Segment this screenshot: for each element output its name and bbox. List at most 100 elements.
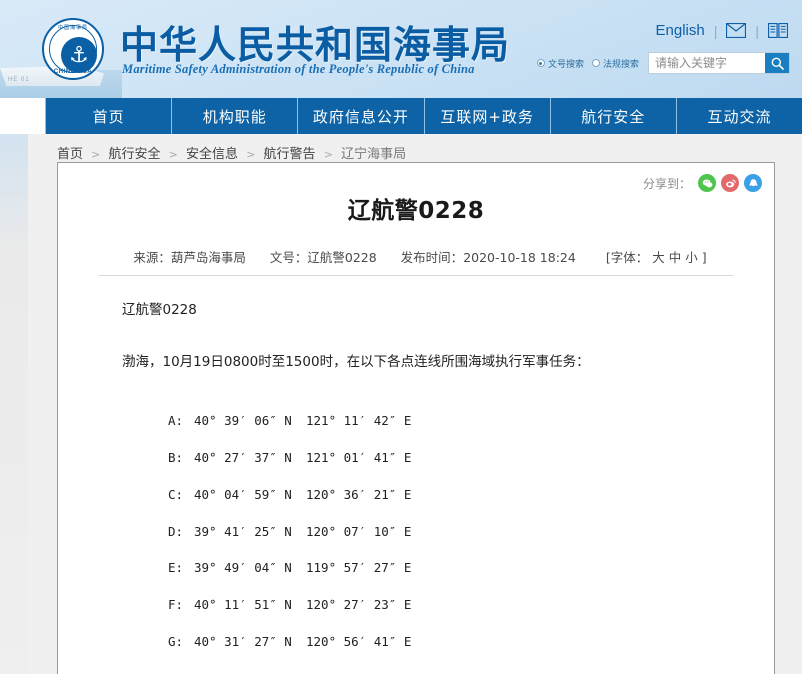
qq-share-icon[interactable]: [744, 174, 762, 192]
search-scope-radios: 文号搜索 法规搜索: [536, 57, 639, 70]
meta-publish-time: 发布时间：2020-10-18 18:24: [401, 250, 576, 265]
search-box: [648, 52, 790, 74]
coordinate-lon-f: 120° 27′ 23″ E: [306, 597, 412, 613]
article-container: 分享到： 辽航警0228 来源：葫芦岛海事局 文号：辽航警0228 发布时间：2…: [57, 162, 775, 674]
coordinate-row-d: D: 39° 41′ 25″ N 120° 07′ 10″ E: [168, 520, 728, 544]
main-navigation: 首页 机构职能 政府信息公开 互联网+政务 航行安全 互动交流: [0, 98, 802, 134]
header-utility-links: English | |: [656, 22, 788, 39]
logo-inner-ring: ⚓: [49, 25, 97, 73]
coordinate-lat-b: 40° 27′ 37″ N: [194, 450, 292, 466]
main-content-area: 首页 > 航行安全 > 安全信息 > 航行警告 > 辽宁海事局 分享到： 辽航警…: [0, 134, 802, 674]
ship-hull-marking: HE 01: [8, 77, 30, 83]
anchor-icon: ⚓: [69, 42, 89, 67]
logo-bottom-label: CHINA MSA: [53, 69, 93, 75]
mail-icon[interactable]: [726, 23, 747, 38]
coordinate-label-d: D:: [168, 523, 184, 539]
search-scope-option-docnum[interactable]: 文号搜索: [536, 57, 584, 70]
logo-disc: ⚓: [61, 37, 97, 73]
coordinate-label-f: F:: [168, 597, 184, 613]
nav-item-functions[interactable]: 机构职能: [172, 98, 299, 134]
coordinate-label-e: E:: [168, 560, 184, 576]
article-meta: 来源：葫芦岛海事局 文号：辽航警0228 发布时间：2020-10-18 18:…: [98, 247, 734, 276]
breadcrumb-item-navwarning[interactable]: 航行警告: [264, 147, 316, 162]
breadcrumb-item-safetyinfo[interactable]: 安全信息: [186, 147, 238, 162]
site-title-english: Maritime Safety Administration of the Pe…: [122, 62, 475, 76]
header-search-area: 文号搜索 法规搜索: [536, 52, 790, 74]
coordinate-lon-c: 120° 36′ 21″ E: [306, 486, 412, 502]
search-scope-label-regulation: 法规搜索: [602, 58, 639, 69]
meta-docnum-value: 辽航警0228: [307, 250, 377, 265]
font-size-medium[interactable]: 中: [669, 250, 682, 265]
font-size-small[interactable]: 小: [685, 250, 698, 265]
coordinate-lat-d: 39° 41′ 25″ N: [194, 523, 292, 539]
coordinate-label-b: B:: [168, 450, 184, 466]
coordinate-lat-f: 40° 11′ 51″ N: [194, 597, 292, 613]
english-link[interactable]: English: [656, 22, 705, 39]
search-input[interactable]: [649, 53, 765, 73]
nav-item-navsafety[interactable]: 航行安全: [551, 98, 677, 134]
meta-time-label: 发布时间：: [400, 250, 464, 265]
coordinate-lon-d: 120° 07′ 10″ E: [306, 523, 412, 539]
breadcrumb-separator-1: >: [91, 148, 101, 161]
coordinate-label-g: G:: [168, 633, 184, 649]
meta-time-value: 2020-10-18 18:24: [463, 250, 576, 265]
coordinate-label-a: A:: [168, 413, 184, 429]
article-body: 辽航警0228 渤海，10月19日0800时至1500时，在以下各点连线所围海域…: [58, 276, 774, 674]
coordinate-lon-e: 119° 57′ 27″ E: [306, 560, 412, 576]
share-bar: 分享到：: [643, 174, 762, 192]
breadcrumb-separator-3: >: [246, 148, 256, 161]
site-header: HE 01 中国海事局 ⚓ CHINA MSA 中华人民共和国海事局 Marit…: [0, 0, 802, 98]
nav-item-disclosure[interactable]: 政府信息公开: [298, 98, 425, 134]
font-size-control: [字体：大中小]: [604, 250, 709, 265]
font-size-large[interactable]: 大: [652, 250, 665, 265]
search-scope-label-docnum: 文号搜索: [547, 58, 584, 69]
breadcrumb-separator-2: >: [168, 148, 178, 161]
meta-source-label: 来源：: [133, 250, 171, 265]
meta-source: 来源：葫芦岛海事局: [133, 250, 246, 265]
article-title: 辽航警0228: [347, 198, 485, 224]
meta-docnum: 文号：辽航警0228: [270, 250, 377, 265]
radio-dot-docnum[interactable]: [536, 59, 545, 67]
article-line-docnum: 辽航警0228: [122, 302, 197, 318]
site-title-chinese: 中华人民共和国海事局: [120, 23, 511, 67]
coordinate-row-b: B: 40° 27′ 37″ N 121° 01′ 41″ E: [168, 446, 728, 470]
breadcrumb-separator-4: >: [323, 148, 333, 161]
font-suffix: ]: [701, 250, 707, 265]
coordinate-list: A: 40° 39′ 06″ N 121° 11′ 42″ E B: 40° 2…: [168, 409, 728, 653]
nav-items-container: 首页 机构职能 政府信息公开 互联网+政务 航行安全 互动交流: [45, 98, 802, 134]
coordinate-row-f: F: 40° 11′ 51″ N 120° 27′ 23″ E: [168, 593, 728, 617]
coordinate-lat-e: 39° 49′ 04″ N: [194, 560, 292, 576]
meta-source-value: 葫芦岛海事局: [170, 250, 246, 265]
weibo-share-icon[interactable]: [721, 174, 739, 192]
coordinate-row-e: E: 39° 49′ 04″ N 119° 57′ 27″ E: [168, 556, 728, 580]
nav-item-interaction[interactable]: 互动交流: [677, 98, 802, 134]
font-prefix: [字体：: [605, 250, 649, 265]
coordinate-lat-c: 40° 04′ 59″ N: [194, 486, 292, 502]
nav-item-home[interactable]: 首页: [45, 98, 173, 134]
coordinate-lon-b: 121° 01′ 41″ E: [306, 450, 412, 466]
coordinate-row-a: A: 40° 39′ 06″ N 121° 11′ 42″ E: [168, 409, 728, 433]
share-label: 分享到：: [642, 176, 691, 191]
breadcrumb-item-navsafety[interactable]: 航行安全: [109, 147, 161, 162]
msa-logo[interactable]: 中国海事局 ⚓ CHINA MSA: [42, 18, 104, 80]
search-scope-option-regulation[interactable]: 法规搜索: [591, 57, 639, 70]
radio-dot-regulation[interactable]: [591, 59, 600, 67]
wechat-share-icon[interactable]: [698, 174, 716, 192]
coordinate-lon-g: 120° 56′ 41″ E: [306, 633, 412, 649]
article-line-intro: 渤海，10月19日0800时至1500时，在以下各点连线所围海域执行军事任务：: [122, 353, 590, 370]
utility-separator-1: |: [713, 22, 718, 39]
book-icon[interactable]: [768, 23, 788, 38]
left-gradient-strip: [0, 134, 28, 674]
breadcrumb-item-current: 辽宁海事局: [341, 147, 407, 162]
meta-docnum-label: 文号：: [269, 250, 308, 265]
nav-item-egov[interactable]: 互联网+政务: [425, 98, 551, 134]
coordinate-row-c: C: 40° 04′ 59″ N 120° 36′ 21″ E: [168, 483, 728, 507]
search-button[interactable]: [765, 53, 789, 73]
breadcrumb-item-home[interactable]: 首页: [57, 147, 83, 162]
coordinate-lat-g: 40° 31′ 27″ N: [194, 633, 292, 649]
breadcrumb: 首页 > 航行安全 > 安全信息 > 航行警告 > 辽宁海事局: [57, 143, 406, 162]
page-root: HE 01 中国海事局 ⚓ CHINA MSA 中华人民共和国海事局 Marit…: [0, 0, 802, 674]
coordinate-lon-a: 121° 11′ 42″ E: [306, 413, 412, 429]
coordinate-row-g: G: 40° 31′ 27″ N 120° 56′ 41″ E: [168, 630, 728, 654]
coordinate-lat-a: 40° 39′ 06″ N: [194, 413, 292, 429]
